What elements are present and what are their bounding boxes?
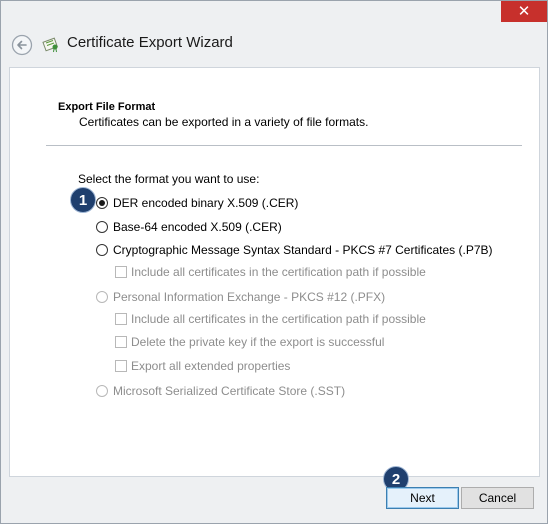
radio-pfx-label: Personal Information Exchange - PKCS #12… <box>113 290 386 304</box>
radio-pfx: Personal Information Exchange - PKCS #12… <box>96 290 385 304</box>
wizard-window: ✕ Certificate Export Wizard Export File … <box>0 0 548 524</box>
checkbox-pfx-delete-key-box <box>115 336 127 348</box>
certificate-icon <box>42 37 58 53</box>
next-button[interactable]: Next <box>386 487 459 509</box>
radio-pkcs7[interactable]: Cryptographic Message Syntax Standard - … <box>96 243 493 257</box>
radio-base64-button[interactable] <box>96 221 108 233</box>
checkbox-pfx-export-ext-label: Export all extended properties <box>131 359 291 373</box>
title-bar: ✕ <box>1 1 547 25</box>
radio-der[interactable]: DER encoded binary X.509 (.CER) <box>96 196 298 210</box>
checkbox-pfx-delete-key-label: Delete the private key if the export is … <box>131 335 385 349</box>
radio-der-button[interactable] <box>96 197 108 209</box>
radio-sst: Microsoft Serialized Certificate Store (… <box>96 384 345 398</box>
page-description: Certificates can be exported in a variet… <box>79 115 369 129</box>
step-1-badge: 1 <box>70 187 96 213</box>
radio-pkcs7-button[interactable] <box>96 244 108 256</box>
radio-pfx-button <box>96 291 108 303</box>
radio-base64[interactable]: Base-64 encoded X.509 (.CER) <box>96 220 282 234</box>
back-arrow-icon[interactable] <box>11 34 33 56</box>
checkbox-pkcs7-include-all: Include all certificates in the certific… <box>115 265 426 279</box>
checkbox-pfx-delete-key: Delete the private key if the export is … <box>115 335 384 349</box>
checkbox-pkcs7-include-all-box <box>115 266 127 278</box>
divider <box>46 145 522 146</box>
radio-base64-label: Base-64 encoded X.509 (.CER) <box>113 220 282 234</box>
checkbox-pfx-include-all-box <box>115 313 127 325</box>
close-button[interactable]: ✕ <box>501 1 547 22</box>
format-prompt: Select the format you want to use: <box>78 172 260 186</box>
radio-sst-button <box>96 385 108 397</box>
content-panel: Export File Format Certificates can be e… <box>9 67 540 477</box>
cancel-button[interactable]: Cancel <box>461 487 534 509</box>
radio-sst-label: Microsoft Serialized Certificate Store (… <box>113 384 346 398</box>
page-heading: Export File Format <box>58 101 156 113</box>
checkbox-pkcs7-include-all-label: Include all certificates in the certific… <box>131 265 426 279</box>
radio-pkcs7-label: Cryptographic Message Syntax Standard - … <box>113 243 493 257</box>
checkbox-pfx-include-all-label: Include all certificates in the certific… <box>131 312 426 326</box>
checkbox-pfx-export-ext: Export all extended properties <box>115 359 290 373</box>
checkbox-pfx-export-ext-box <box>115 360 127 372</box>
radio-der-label: DER encoded binary X.509 (.CER) <box>113 196 299 210</box>
checkbox-pfx-include-all: Include all certificates in the certific… <box>115 312 426 326</box>
wizard-header: Certificate Export Wizard <box>1 29 547 59</box>
wizard-title: Certificate Export Wizard <box>67 34 233 51</box>
